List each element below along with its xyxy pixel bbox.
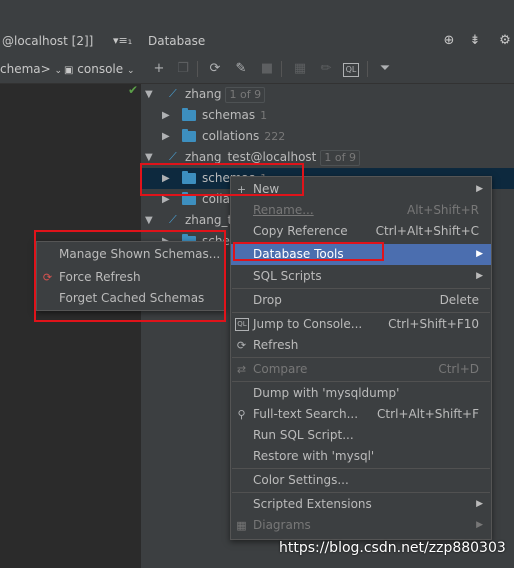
menu-item-label: Copy Reference <box>253 224 348 238</box>
gear-icon[interactable]: ⚙ <box>497 33 513 49</box>
node-count: 1 <box>260 109 268 122</box>
menu-item-restore-mysql[interactable]: Restore with 'mysql' <box>231 446 491 467</box>
copy-icon[interactable]: ❐ <box>174 60 192 78</box>
submenu-arrow-icon: ▶ <box>476 249 483 259</box>
menu-item-color-settings[interactable]: Color Settings... <box>231 470 491 491</box>
menu-item-drop[interactable]: Drop Delete <box>231 290 491 311</box>
database-toolbar: + ❐ ⟳ ✎ ■ ▦ ✏ QL ⏷ <box>141 55 514 84</box>
stop-icon[interactable]: ■ <box>258 60 276 78</box>
menu-item-shortcut: Delete <box>439 293 479 307</box>
sql-console-icon[interactable]: QL <box>343 63 359 77</box>
submenu-arrow-icon: ▶ <box>476 271 483 281</box>
tab-list-menu-button[interactable]: ▾≡₁ <box>113 27 132 55</box>
node-label: zhang_test@localhost <box>185 150 317 164</box>
panel-title: Database <box>148 34 206 48</box>
menu-item-shortcut: Ctrl+Alt+Shift+F <box>377 407 479 421</box>
search-icon: ⚲ <box>237 408 246 421</box>
expand-arrow-icon[interactable]: ▼ <box>145 84 155 105</box>
menu-item-label: SQL Scripts <box>253 269 322 283</box>
add-icon[interactable]: + <box>150 60 168 78</box>
datasource-icon: ⟋ <box>169 87 177 100</box>
editor-toolbar: chema> ⌄ ▣ console ⌄ <box>0 55 141 84</box>
menu-item-shortcut: Alt+Shift+R <box>407 203 479 217</box>
menu-item-compare[interactable]: ⇄ Compare Ctrl+D <box>231 359 491 380</box>
node-badge: 1 of 9 <box>320 150 360 166</box>
refresh-icon: ⟳ <box>236 339 247 352</box>
node-label: schemas <box>202 108 256 122</box>
console-icon: ▣ <box>64 65 74 76</box>
submenu-arrow-icon: ▶ <box>476 520 483 530</box>
diagram-icon: ▦ <box>236 519 247 532</box>
menu-item-shortcut: Ctrl+Shift+F10 <box>388 317 479 331</box>
schema-selector-label: chema> <box>0 62 51 76</box>
menu-item-jump-to-console[interactable]: QL Jump to Console... Ctrl+Shift+F10 <box>231 314 491 335</box>
menu-item-label: Rename... <box>253 203 314 217</box>
menu-item-refresh[interactable]: ⟳ Refresh <box>231 335 491 356</box>
datasource-icon: ⟋ <box>169 213 177 226</box>
expand-arrow-icon[interactable]: ▼ <box>145 210 155 231</box>
expand-arrow-icon[interactable]: ▶ <box>162 105 172 126</box>
check-icon: ✔ <box>128 83 139 97</box>
menu-item-label: Scripted Extensions <box>253 497 372 511</box>
filter-icon[interactable]: ⏷ <box>376 60 394 78</box>
menu-item-rename[interactable]: Rename... Alt+Shift+R <box>231 200 491 221</box>
context-menu: + New ▶ Rename... Alt+Shift+R Copy Refer… <box>230 176 492 540</box>
annotation-box-submenu <box>34 230 226 322</box>
database-panel-header: Database ⊕ ⇟ ⚙ <box>141 27 514 56</box>
editor-area[interactable] <box>0 84 142 568</box>
annotation-box-database-tools <box>233 242 384 261</box>
datasource-icon: ⟋ <box>169 150 177 163</box>
node-label: collations <box>202 129 260 143</box>
sql-console-icon: QL <box>235 318 249 331</box>
folder-icon <box>182 129 196 142</box>
node-count: 222 <box>264 130 286 143</box>
crosshair-icon[interactable]: ⊕ <box>441 33 457 49</box>
table-icon[interactable]: ▦ <box>291 60 309 78</box>
submenu-arrow-icon: ▶ <box>476 184 483 194</box>
menu-item-run-sql-script[interactable]: Run SQL Script... <box>231 425 491 446</box>
menu-item-label: Run SQL Script... <box>253 428 354 442</box>
menu-item-label: Diagrams <box>253 518 311 532</box>
menu-item-scripted-extensions[interactable]: Scripted Extensions ▶ <box>231 494 491 515</box>
menu-item-full-text-search[interactable]: ⚲ Full-text Search... Ctrl+Alt+Shift+F <box>231 404 491 425</box>
edit-properties-icon[interactable]: ✎ <box>232 60 250 78</box>
schema-selector[interactable]: chema> ⌄ <box>0 55 62 85</box>
editor-tab-localhost[interactable]: @localhost [2]] <box>0 27 95 55</box>
menu-item-label: Jump to Console... <box>253 317 363 331</box>
chevron-down-icon: ⌄ <box>126 66 135 76</box>
menu-item-label: Drop <box>253 293 282 307</box>
submenu-arrow-icon: ▶ <box>476 499 483 509</box>
console-selector[interactable]: ▣ console ⌄ <box>64 55 135 85</box>
menu-item-label: Restore with 'mysql' <box>253 449 375 463</box>
node-label: zhang <box>185 87 222 101</box>
title-strip <box>0 0 514 27</box>
menu-item-dump-mysqldump[interactable]: Dump with 'mysqldump' <box>231 383 491 404</box>
menu-item-label: Full-text Search... <box>253 407 359 421</box>
chevron-down-icon: ⌄ <box>54 66 63 76</box>
console-selector-label: console <box>77 62 124 76</box>
menu-item-copy-reference[interactable]: Copy Reference Ctrl+Alt+Shift+C <box>231 221 491 242</box>
menu-item-diagrams[interactable]: ▦ Diagrams ▶ <box>231 515 491 536</box>
menu-item-sql-scripts[interactable]: SQL Scripts ▶ <box>231 266 491 287</box>
edit-icon[interactable]: ✏ <box>317 60 335 78</box>
menu-item-label: Compare <box>253 362 308 376</box>
watermark-text: https://blog.csdn.net/zzp880303 <box>279 540 506 556</box>
editor-tab-bar: @localhost [2]] ▾≡₁ <box>0 27 141 56</box>
refresh-icon[interactable]: ⟳ <box>206 60 224 78</box>
menu-item-shortcut: Ctrl+D <box>438 362 479 376</box>
menu-item-label: Color Settings... <box>253 473 349 487</box>
annotation-box-schemas <box>140 163 304 196</box>
collapse-icon[interactable]: ⇟ <box>467 33 483 49</box>
node-badge: 1 of 9 <box>225 87 266 103</box>
folder-icon <box>182 108 196 121</box>
expand-arrow-icon[interactable]: ▶ <box>162 126 172 147</box>
menu-item-label: Dump with 'mysqldump' <box>253 386 400 400</box>
menu-item-shortcut: Ctrl+Alt+Shift+C <box>375 224 479 238</box>
compare-icon: ⇄ <box>236 363 247 376</box>
node-label: zhang_t <box>185 213 233 227</box>
menu-item-label: Refresh <box>253 338 299 352</box>
